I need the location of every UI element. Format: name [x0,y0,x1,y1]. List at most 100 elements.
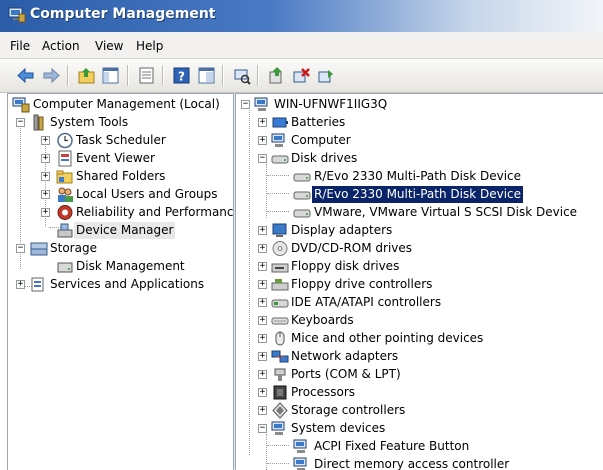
tree-item-disk-device-1[interactable]: R/Evo 2330 Multi-Path Disk Device [240,168,600,185]
console-tree[interactable]: Computer Management (Local) − System Too… [7,93,234,470]
expand-toggle[interactable]: + [41,136,50,145]
expand-toggle[interactable]: + [16,280,25,289]
expand-toggle[interactable]: + [258,334,267,343]
collapse-toggle[interactable]: − [258,154,267,163]
up-folder-icon[interactable] [77,66,96,85]
expand-toggle[interactable]: + [258,280,267,289]
expand-toggle[interactable]: + [258,316,267,325]
update-driver-icon[interactable] [267,66,286,85]
network-adapter-icon [271,350,289,363]
tree-item-floppy-disk[interactable]: + Floppy disk drives [240,258,600,275]
tree-label: VMware, VMware Virtual S SCSI Disk Devic… [314,205,578,219]
expand-toggle[interactable]: + [41,172,50,181]
tree-item-keyboards[interactable]: + Keyboards [240,312,600,329]
expand-toggle[interactable]: + [258,352,267,361]
expand-toggle[interactable]: + [258,262,267,271]
expand-toggle[interactable]: + [258,118,267,127]
collapse-toggle[interactable]: − [16,118,25,127]
tree-label: Disk drives [291,151,358,165]
tree-item-display-adapters[interactable]: + Display adapters [240,222,600,239]
tree-item-local-users[interactable]: + Local Users and Groups [12,186,232,203]
expand-toggle[interactable]: + [258,226,267,235]
tree-item-services[interactable]: + Services and Applications [12,276,232,293]
tree-item-disk-device-3[interactable]: VMware, VMware Virtual S SCSI Disk Devic… [240,204,600,221]
tree-item-computer[interactable]: + Computer [240,132,600,149]
tree-item-device-manager[interactable]: Device Manager [12,222,232,239]
tree-label: Computer Management (Local) [33,97,220,111]
tree-item-root[interactable]: Computer Management (Local) [12,96,232,113]
tree-item-dvd[interactable]: + DVD/CD-ROM drives [240,240,600,257]
expand-toggle[interactable]: + [41,208,50,217]
tree-item-system-tools[interactable]: − System Tools [12,114,232,131]
tree-label: Reliability and Performanc [76,205,234,219]
tree-item-acpi[interactable]: ACPI Fixed Feature Button [240,438,600,455]
title-bar[interactable]: Computer Management [0,0,603,32]
users-icon [58,187,73,202]
tree-item-dma[interactable]: Direct memory access controller [240,456,600,470]
collapse-toggle[interactable]: − [241,100,250,109]
expand-toggle[interactable]: + [258,406,267,415]
tree-item-processors[interactable]: + Processors [240,384,600,401]
scan-hardware-icon[interactable] [232,66,251,85]
menu-help[interactable]: Help [136,39,163,53]
tree-label: ACPI Fixed Feature Button [314,439,470,453]
tree-label: Task Scheduler [76,133,166,147]
tree-item-shared-folders[interactable]: + Shared Folders [12,168,232,185]
expand-toggle[interactable]: + [258,298,267,307]
keyboard-icon [271,317,289,325]
tree-item-batteries[interactable]: + Batteries [240,114,600,131]
forward-arrow-icon[interactable] [42,66,61,85]
expand-toggle[interactable]: + [41,190,50,199]
event-viewer-icon [58,150,72,167]
services-icon [31,277,44,292]
battery-icon [272,117,288,128]
tree-item-network[interactable]: + Network adapters [240,348,600,365]
tree-label: Floppy disk drives [291,259,400,273]
tree-item-task-scheduler[interactable]: + Task Scheduler [12,132,232,149]
tree-item-reliability[interactable]: + Reliability and Performanc [12,204,234,221]
expand-toggle[interactable]: + [258,136,267,145]
dvd-drive-icon [272,241,288,256]
enable-device-icon[interactable] [317,66,336,85]
help-icon[interactable]: ? [172,66,191,85]
back-arrow-icon[interactable] [16,66,35,85]
reliability-icon [57,205,73,220]
tree-item-ports[interactable]: + Ports (COM & LPT) [240,366,600,383]
tree-item-disk-device-2[interactable]: R/Evo 2330 Multi-Path Disk Device [240,186,600,203]
shared-folder-icon [56,170,73,184]
tree-item-event-viewer[interactable]: + Event Viewer [12,150,232,167]
tree-item-disk-drives[interactable]: − Disk drives [240,150,600,167]
tree-label: Batteries [291,115,346,129]
toolbar-separator [222,65,224,86]
tree-item-disk-management[interactable]: Disk Management [12,258,232,275]
expand-toggle[interactable]: + [41,154,50,163]
collapse-toggle[interactable]: − [16,244,25,253]
tree-label-selected: R/Evo 2330 Multi-Path Disk Device [312,186,524,203]
tree-item-floppy-controllers[interactable]: + Floppy drive controllers [240,276,600,293]
collapse-toggle[interactable]: − [258,424,267,433]
uninstall-icon[interactable] [292,66,311,85]
toolbar: ? [0,59,603,93]
expand-toggle[interactable]: + [258,370,267,379]
properties-icon[interactable] [137,66,156,85]
disk-management-icon [57,262,73,273]
tree-item-mice[interactable]: + Mice and other pointing devices [240,330,600,347]
expand-toggle[interactable]: + [258,244,267,253]
tree-item-storage-controllers[interactable]: + Storage controllers [240,402,600,419]
display-adapter-icon [272,223,287,237]
menu-file[interactable]: File [10,39,30,53]
device-tree[interactable]: − WIN-UFNWF1IIG3Q + Batteries + Computer… [235,93,603,470]
tree-item-ide[interactable]: + IDE ATA/ATAPI controllers [240,294,600,311]
expand-toggle[interactable]: + [258,388,267,397]
tree-label: IDE ATA/ATAPI controllers [291,295,442,309]
disk-device-icon [293,173,311,182]
menu-action[interactable]: Action [42,39,80,53]
tree-item-storage[interactable]: − Storage [12,240,232,257]
disk-device-icon [293,209,311,218]
tree-item-computer-root[interactable]: − WIN-UFNWF1IIG3Q [240,96,600,113]
menu-view[interactable]: View [95,39,123,53]
show-hide-tree-icon[interactable] [101,66,120,85]
floppy-drive-icon [271,263,289,273]
help-topic-icon[interactable] [197,66,216,85]
tree-item-system-devices[interactable]: − System devices [240,420,600,437]
